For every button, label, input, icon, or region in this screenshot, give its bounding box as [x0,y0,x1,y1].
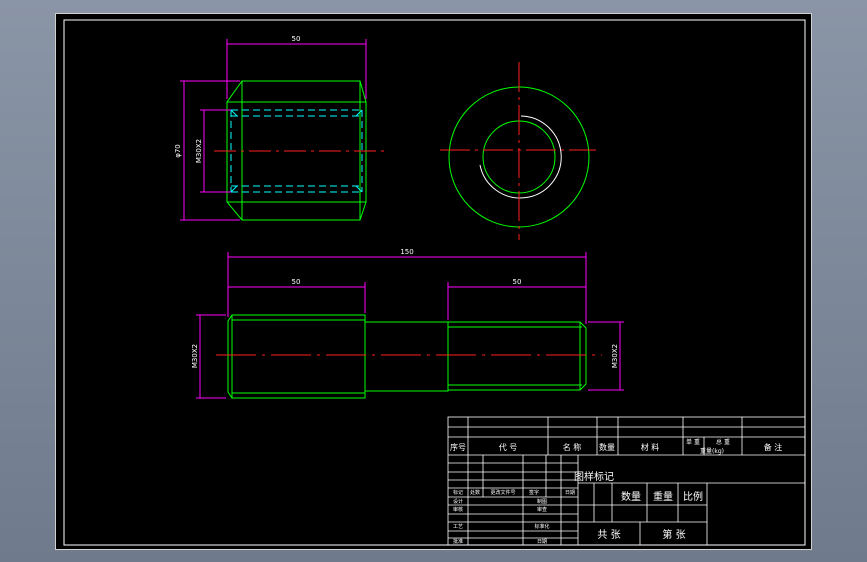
tb-remark: 备 注 [764,442,783,452]
tb-material: 材 料 [641,442,660,452]
drawing-frame [63,19,806,546]
tb-rev-doc: 更改文件号 [490,489,515,496]
tb-approve-date: 日期 [537,539,547,545]
tb-total-weight: 总 重 [716,438,730,446]
tb-sheet-no: 第 张 [662,528,685,541]
stud-right-section [447,321,587,391]
cad-drawing-canvas: 50 φ70 M30X2 150 50 50 M30X2 M30X2 序号 代 … [63,19,806,546]
stud-neck [364,321,449,392]
tb-name: 名 称 [563,442,582,452]
tb-rev-mark: 标记 [453,489,463,496]
tb-approve: 批准 [453,538,463,545]
tb-code: 代 号 [499,442,518,452]
end-view-thread-arc [479,115,562,199]
hidden-chamfer-1 [230,109,238,117]
tb-std: 标准化 [534,523,549,530]
tb-rev-zones: 处数 [470,489,480,496]
dim-top-width-label: 50 [292,35,301,43]
tb-rev-sign: 签字 [529,489,539,496]
tb-scale-label: 比例 [683,490,703,503]
side-view: 50 φ70 M30X2 [174,35,387,221]
dim-right50-label: 50 [513,278,522,286]
dim-od-label: φ70 [174,144,182,158]
hidden-chamfer-4 [355,185,363,193]
hidden-chamfer-3 [355,109,363,117]
tb-total-sheets: 共 张 [597,529,620,541]
dim-lthread-label: M30X2 [191,344,199,368]
stud-left-section [227,314,366,399]
end-view [440,62,596,240]
front-view: 150 50 50 M30X2 M30X2 [191,248,624,399]
tb-qty-label: 数量 [621,490,641,503]
drawing-viewport[interactable]: 50 φ70 M30X2 150 50 50 M30X2 M30X2 序号 代 … [55,13,812,550]
dim-rthread-label: M30X2 [611,344,619,368]
tb-weight-label: 重量 [653,490,673,503]
dim-left50-label: 50 [292,278,301,286]
tb-weight-unit: 重量(kg) [700,447,724,455]
tb-stage-label: 图样标记 [574,470,614,483]
hidden-chamfer-2 [230,185,238,193]
dim-overall-label: 150 [400,248,413,256]
tb-unit-weight: 单 重 [686,438,700,446]
tb-check: 审核 [453,506,463,513]
tb-rev-date: 日期 [565,490,575,496]
tb-draw: 制图 [537,498,547,505]
tb-review: 审查 [537,506,547,513]
title-block-text: 序号 代 号 名 称 数量 材 料 单 重 总 重 重量(kg) 备 注 标记 … [450,438,782,545]
tb-design: 设计 [453,498,463,505]
title-block [447,416,806,546]
dim-thread-label: M30X2 [195,139,203,163]
tb-qty: 数量 [599,442,615,452]
tb-seq: 序号 [450,442,466,452]
tb-process: 工艺 [453,524,463,530]
